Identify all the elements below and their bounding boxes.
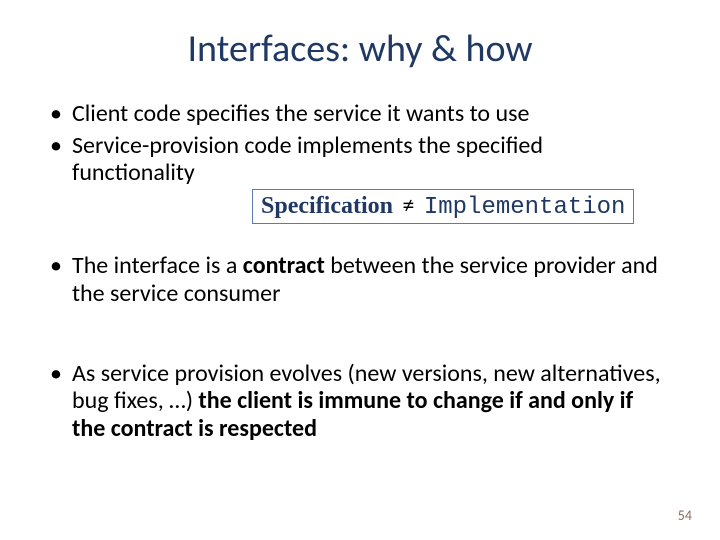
- spec-box: Specification ≠ Implementation: [252, 189, 634, 225]
- page-number: 54: [678, 507, 692, 524]
- bullet-text: Client code specifies the service it wan…: [72, 99, 529, 128]
- bullet-text: Service-provision code implements the sp…: [72, 131, 543, 188]
- bullet-text: The interface is a: [72, 251, 243, 280]
- spec-word: Specification: [261, 193, 393, 219]
- bullet-list: The interface is a contract between the …: [50, 252, 670, 307]
- slide-title: Interfaces: why & how: [50, 26, 670, 72]
- bullet-list: Client code specifies the service it wan…: [50, 100, 670, 224]
- impl-word: Implementation: [424, 194, 626, 221]
- spacer: [50, 228, 670, 252]
- bullet-item: The interface is a contract between the …: [50, 252, 670, 307]
- slide: Interfaces: why & how Client code specif…: [0, 0, 720, 540]
- bullet-item: Service-provision code implements the sp…: [50, 132, 670, 225]
- bullet-list: As service provision evolves (new versio…: [50, 360, 670, 443]
- bullet-text-bold: contract: [243, 251, 325, 280]
- not-equal-symbol: ≠: [398, 191, 418, 220]
- bullet-item: Client code specifies the service it wan…: [50, 100, 670, 128]
- spacer: [50, 312, 670, 336]
- bullet-item: As service provision evolves (new versio…: [50, 360, 670, 443]
- spacer: [50, 336, 670, 360]
